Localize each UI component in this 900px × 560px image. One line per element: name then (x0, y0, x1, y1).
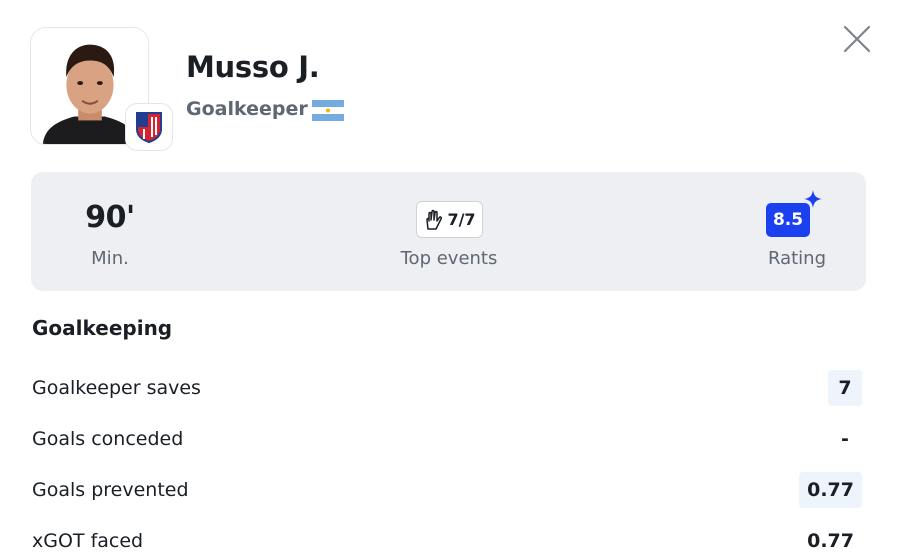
argentina-flag-icon (312, 100, 344, 121)
close-icon (843, 25, 871, 53)
sparkle-icon (804, 190, 822, 208)
player-name: Musso J. (186, 50, 320, 84)
stat-name: Goalkeeper saves (32, 377, 201, 399)
club-badge (125, 103, 173, 151)
stat-row-xgot-faced: xGOT faced 0.77 (32, 523, 864, 559)
top-events-value: 7/7 (447, 210, 476, 229)
minutes-label: Min. (91, 248, 129, 269)
minutes-stat: 90' Min. (61, 172, 159, 291)
goalkeeper-glove-icon (426, 209, 443, 230)
stat-value: 0.77 (799, 472, 862, 508)
rating-label: Rating (767, 248, 827, 269)
stat-row-goals-prevented: Goals prevented 0.77 (32, 472, 864, 508)
stat-value: 0.77 (807, 530, 854, 552)
stat-name: Goals prevented (32, 479, 189, 501)
top-events-label: Top events (400, 248, 498, 269)
stat-value: 7 (828, 370, 862, 406)
stat-row-goals-conceded: Goals conceded - (32, 421, 864, 457)
minutes-value: 90' (85, 200, 135, 235)
top-events-stat[interactable]: 7/7 Top events (387, 172, 511, 291)
section-title: Goalkeeping (32, 316, 173, 340)
stat-name: Goals conceded (32, 428, 184, 450)
match-summary-panel: 90' Min. 7/7 Top events 8.5 Rating (31, 172, 866, 291)
top-events-chip[interactable]: 7/7 (416, 201, 483, 238)
player-position: Goalkeeper (186, 98, 308, 120)
stat-row-goalkeeper-saves: Goalkeeper saves 7 (32, 370, 864, 406)
atletico-madrid-badge-icon (136, 112, 162, 143)
stat-value: - (841, 428, 849, 450)
rating-stat: 8.5 Rating (747, 172, 847, 291)
stat-name: xGOT faced (32, 530, 144, 552)
close-button[interactable] (840, 22, 874, 56)
